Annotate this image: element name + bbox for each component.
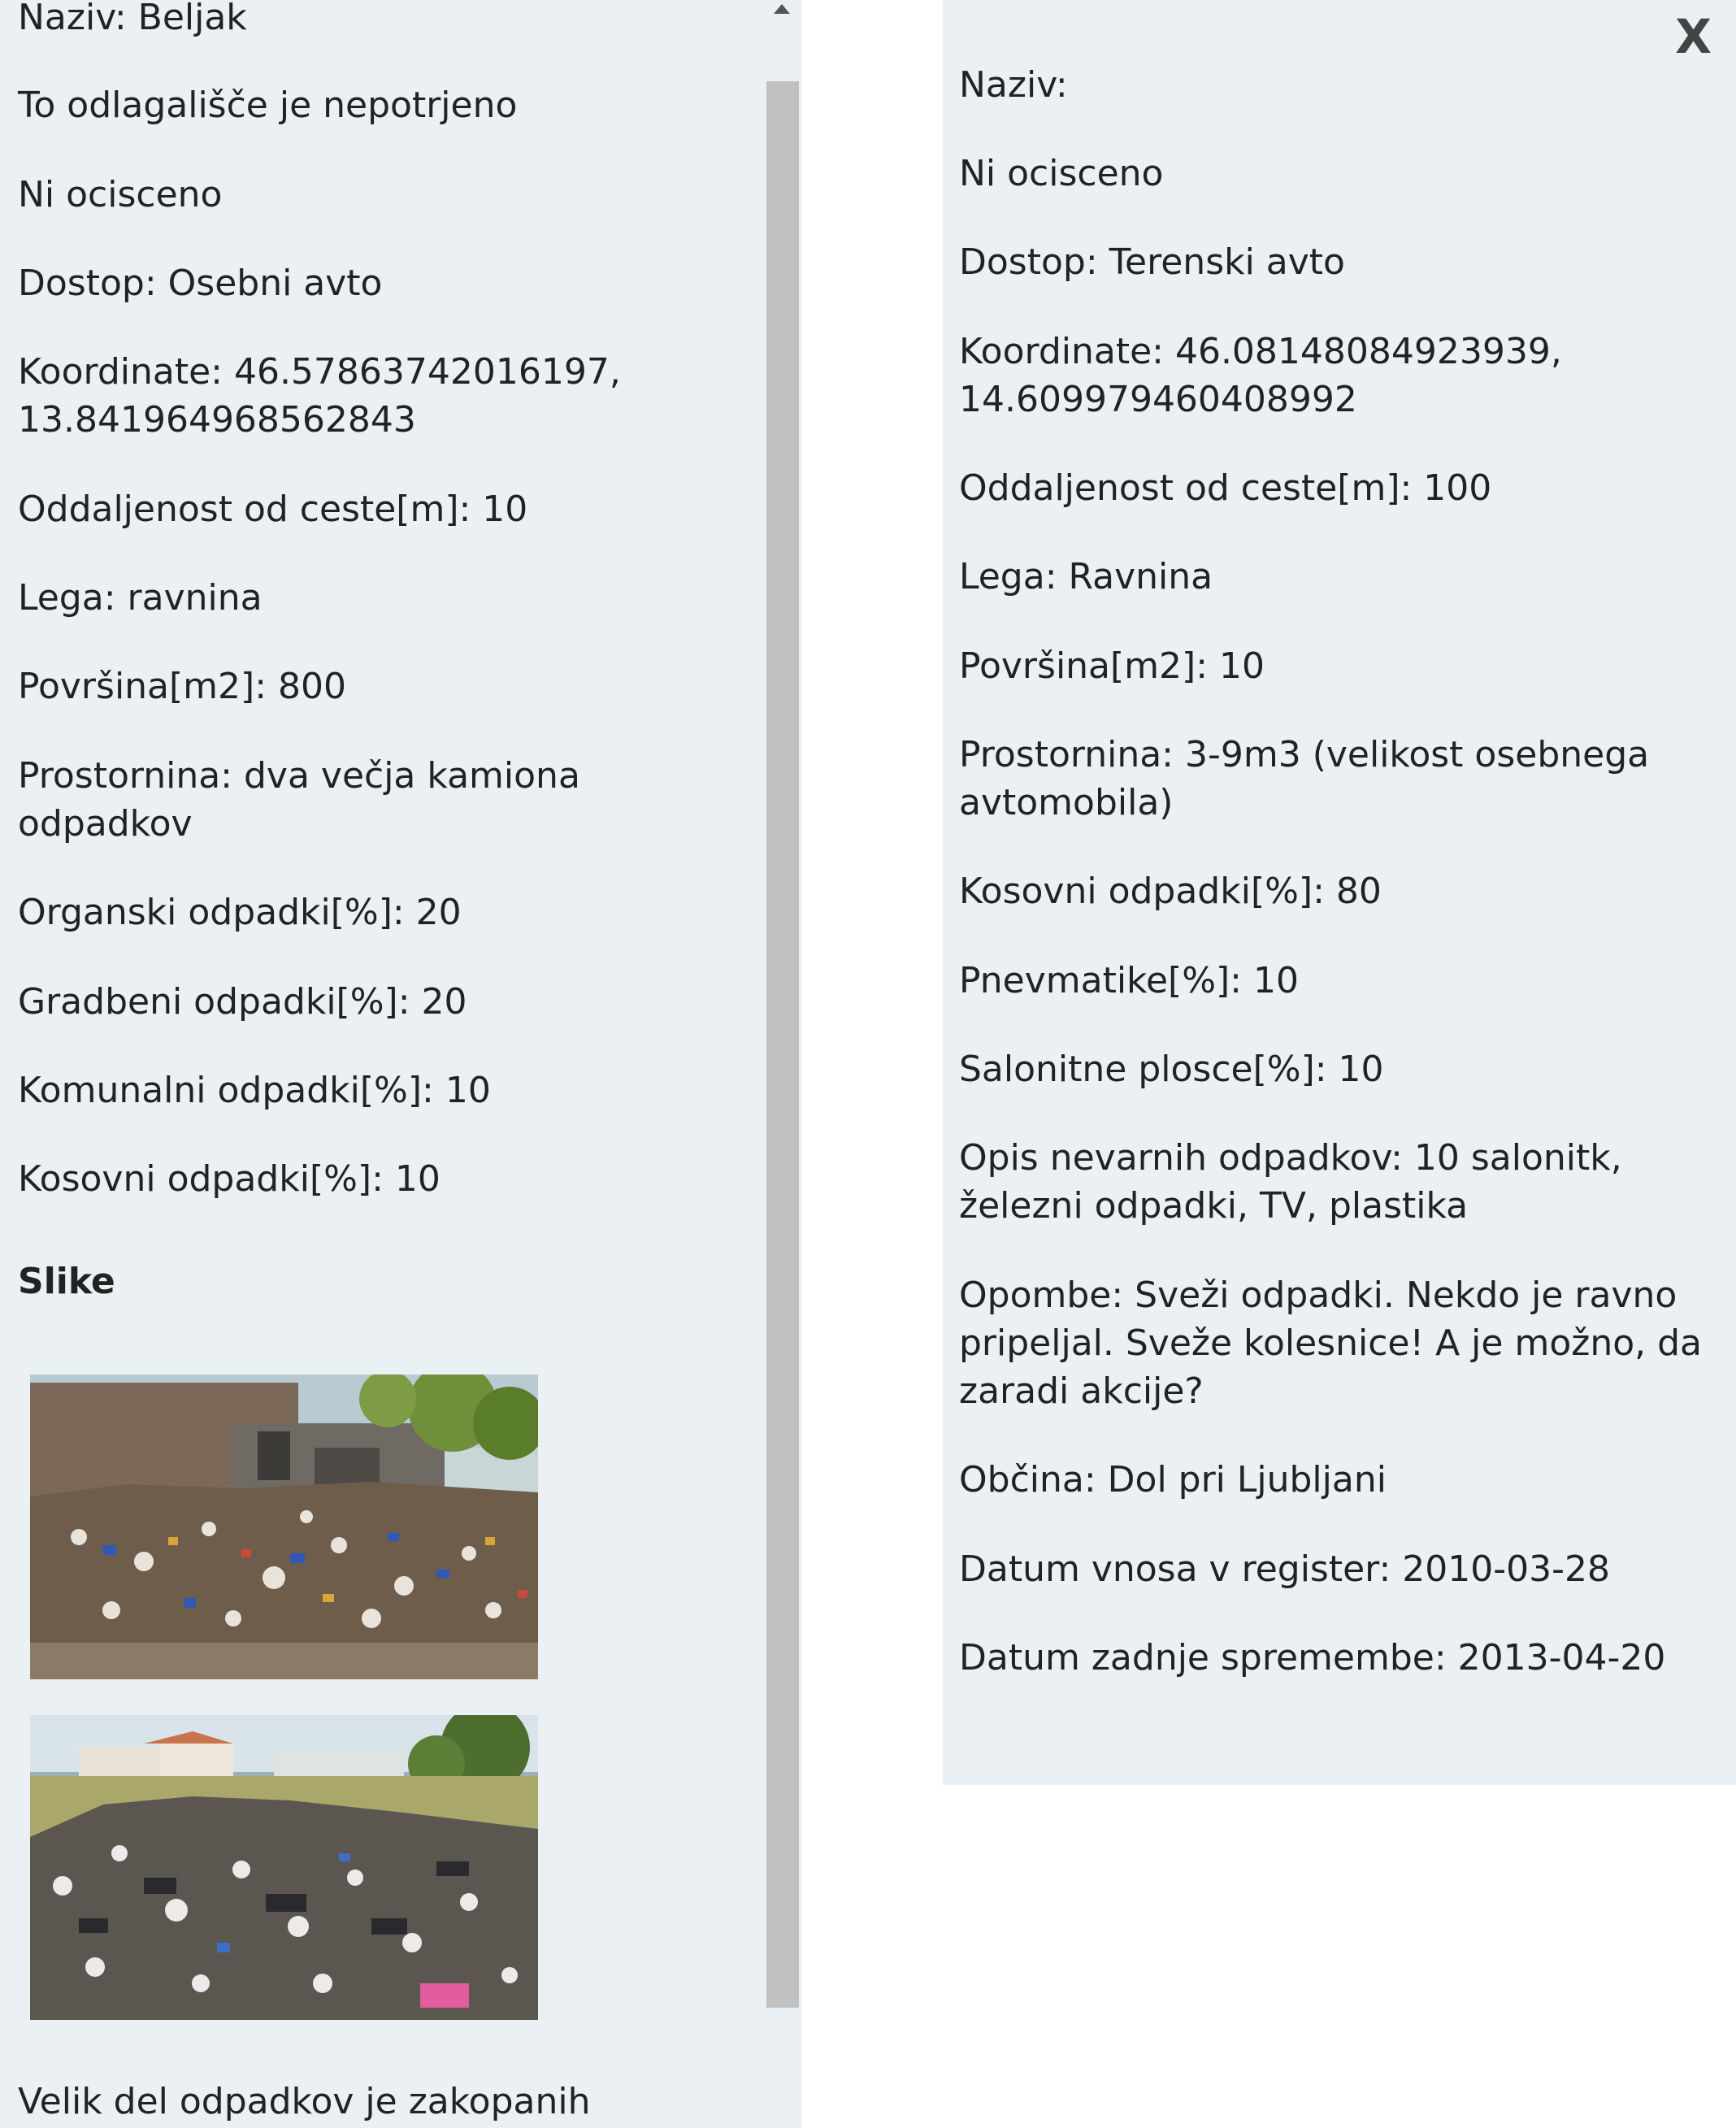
bulky-waste-line: Kosovni odpadki[%]: 80 (959, 871, 1382, 912)
cleaned-line: Ni ocisceno (959, 153, 1164, 194)
position-line: Lega: ravnina (18, 577, 263, 619)
area-line: Površina[m2]: 10 (959, 645, 1265, 687)
volume-line: Prostornina: dva večja kamiona (18, 755, 580, 797)
access-line: Dostop: Terenski avto (959, 241, 1345, 283)
organic-waste-line: Organski odpadki[%]: 20 (18, 892, 462, 933)
garbage-dump-photo[interactable] (30, 1715, 538, 2020)
notes-line: Opombe: Sveži odpadki. Nekdo je ravno (959, 1275, 1677, 1316)
entry-date-line: Datum vnosa v register: 2010-03-28 (959, 1548, 1611, 1590)
name-line: Naziv: Beljak (18, 0, 247, 38)
volume-line: Prostornina: 3-9m3 (velikost osebnega (959, 734, 1650, 775)
name-line: Naziv: (959, 64, 1068, 106)
municipality-line: Občina: Dol pri Ljubljani (959, 1459, 1387, 1500)
volume-line-2: odpadkov (18, 803, 193, 845)
municipal-waste-line: Komunalni odpadki[%]: 10 (18, 1070, 491, 1111)
coordinates-line: Koordinate: 46.57863742016197, (18, 351, 621, 393)
area-line: Površina[m2]: 800 (18, 666, 346, 707)
hazardous-description-line: Opis nevarnih odpadkov: 10 salonitk, (959, 1137, 1622, 1179)
access-line: Dostop: Osebni avto (18, 263, 383, 304)
photo-caption: Velik del odpadkov je zakopanih (18, 2081, 591, 2122)
close-button[interactable]: X (1675, 8, 1712, 65)
road-distance-line: Oddaljenost od ceste[m]: 100 (959, 467, 1492, 509)
scroll-up-icon[interactable] (774, 4, 790, 14)
photo-2-graphic (30, 1715, 538, 2020)
asbestos-panels-line: Salonitne plosce[%]: 10 (959, 1049, 1384, 1090)
coordinates-line-2: 14.609979460408992 (959, 379, 1357, 420)
position-line: Lega: Ravnina (959, 556, 1213, 597)
status-line: To odlagališče je nepotrjeno (18, 85, 518, 126)
coordinates-line-2: 13.841964968562843 (18, 399, 416, 441)
scrollbar-thumb[interactable] (766, 81, 799, 2008)
dump-detail-panel-right: X Naziv: Ni ocisceno Dostop: Terenski av… (943, 0, 1736, 1785)
coordinates-line: Koordinate: 46.08148084923939, (959, 331, 1562, 372)
road-distance-line: Oddaljenost od ceste[m]: 10 (18, 489, 528, 530)
tires-line: Pnevmatike[%]: 10 (959, 960, 1299, 1001)
last-change-date-line: Datum zadnje spremembe: 2013-04-20 (959, 1637, 1666, 1679)
photo-1-graphic (30, 1375, 538, 1679)
notes-line-3: zaradi akcije? (959, 1370, 1204, 1412)
cleaned-line: Ni ocisceno (18, 174, 223, 215)
garbage-dump-photo[interactable] (30, 1375, 538, 1679)
hazardous-description-line-2: železni odpadki, TV, plastika (959, 1185, 1469, 1227)
notes-line-2: pripeljal. Sveže kolesnice! A je možno, … (959, 1322, 1703, 1364)
dump-detail-panel-left: Naziv: Beljak To odlagališče je nepotrje… (0, 0, 802, 2128)
volume-line-2: avtomobila) (959, 782, 1174, 823)
bulky-waste-line: Kosovni odpadki[%]: 10 (18, 1158, 441, 1200)
construction-waste-line: Gradbeni odpadki[%]: 20 (18, 981, 467, 1023)
images-heading: Slike (18, 1261, 115, 1302)
